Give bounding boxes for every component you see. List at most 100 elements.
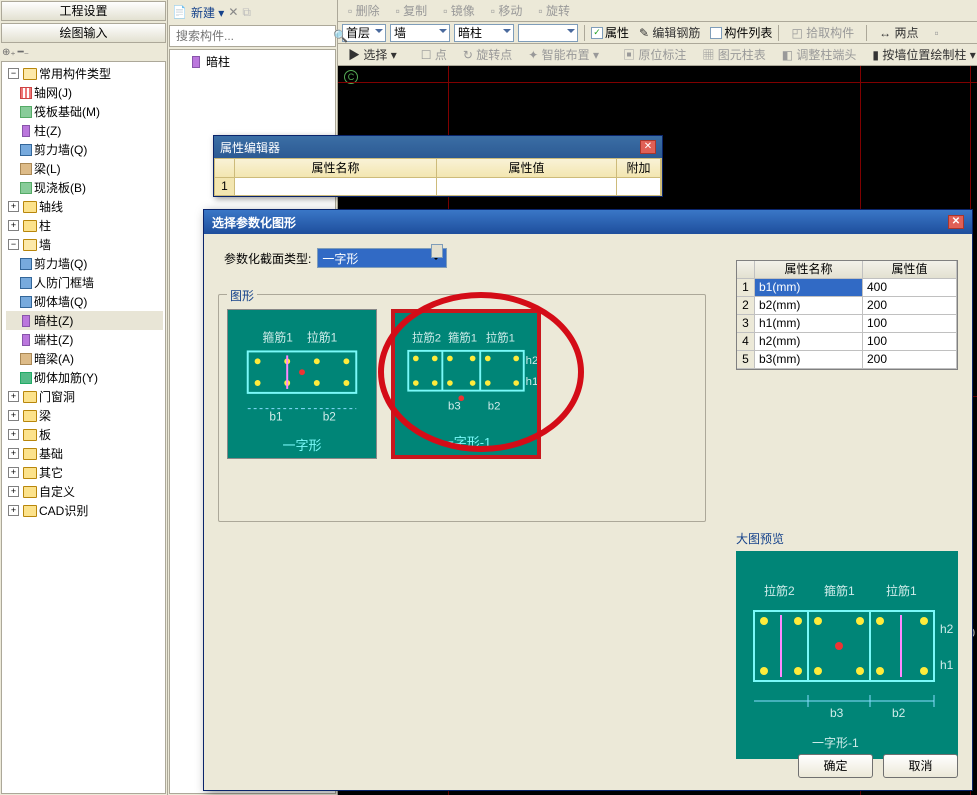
delete-icon[interactable]: ✕ <box>228 5 238 19</box>
new-button[interactable]: 新建 ▾ <box>191 4 224 21</box>
btn-dim-2: ▫ 复制 <box>390 0 434 21</box>
tree-group[interactable]: CAD识别 <box>39 502 88 519</box>
component-list-item[interactable]: 暗柱 <box>170 50 335 73</box>
svg-text:一字形-1: 一字形-1 <box>812 735 859 750</box>
tree-group[interactable]: 墙 <box>39 236 51 253</box>
table-row[interactable]: 1b1(mm)400 <box>737 279 957 297</box>
twisty-icon[interactable]: + <box>8 220 19 231</box>
twisty-icon[interactable]: − <box>8 239 19 250</box>
dialog-titlebar[interactable]: 选择参数化图形 ✕ <box>204 210 972 234</box>
col-extra[interactable]: 附加 <box>617 159 661 177</box>
tree-group[interactable]: 轴线 <box>39 198 63 215</box>
folder-icon <box>23 68 37 80</box>
mini-collapse-icon[interactable]: ━₋ <box>18 47 29 58</box>
tree-group[interactable]: 柱 <box>39 217 51 234</box>
tree-item[interactable]: 筏板基础(M) <box>34 103 100 120</box>
tree-item[interactable]: 现浇板(B) <box>34 179 86 196</box>
check-attr[interactable]: ✓属性 <box>591 24 629 41</box>
window-title: 属性编辑器 <box>220 139 280 156</box>
check-complist[interactable]: 构件列表 <box>710 24 772 41</box>
twisty-icon[interactable]: − <box>8 68 19 79</box>
tree-group[interactable]: 板 <box>39 426 51 443</box>
col-value[interactable]: 属性值 <box>437 159 617 177</box>
tree-item-selected[interactable]: 暗柱(Z) <box>34 312 73 329</box>
type-dropdown[interactable]: 一字形 <box>317 248 447 268</box>
btn-dim-3: ▫ 镜像 <box>437 0 481 21</box>
btn-edit-rebar[interactable]: ✎ 编辑钢筋 <box>633 22 706 43</box>
dialog-prop-table[interactable]: 属性名称属性值 1b1(mm)400 2b2(mm)200 3h1(mm)100… <box>736 260 958 370</box>
ok-button[interactable]: 确定 <box>798 754 873 778</box>
shape-option-1[interactable]: 箍筋1 拉筋1 b1 b2 一字形 <box>227 309 377 459</box>
svg-text:拉筋2: 拉筋2 <box>412 330 441 344</box>
tree-root[interactable]: 常用构件类型 <box>39 65 111 82</box>
tree-item[interactable]: 端柱(Z) <box>34 331 73 348</box>
folder-icon <box>23 505 37 517</box>
mini-expand-icon[interactable]: ⊕₊ <box>2 47 16 58</box>
btn-dim-1: ▫ 删除 <box>342 0 386 21</box>
column-icon <box>22 125 30 137</box>
tree-group[interactable]: 其它 <box>39 464 63 481</box>
table-row[interactable]: 5b3(mm)200 <box>737 351 957 369</box>
search-input[interactable] <box>174 28 333 44</box>
hidden-column-icon <box>192 56 200 68</box>
tree-group[interactable]: 梁 <box>39 407 51 424</box>
btn-by-wall[interactable]: ▮ 按墙位置绘制柱 ▾ <box>866 44 977 65</box>
svg-text:b2: b2 <box>488 401 501 413</box>
col-name[interactable]: 属性名称 <box>235 159 437 177</box>
twisty-icon[interactable]: + <box>8 448 19 459</box>
dialog-title: 选择参数化图形 <box>212 214 296 231</box>
twisty-icon[interactable]: + <box>8 486 19 497</box>
folder-icon <box>23 448 37 460</box>
slab-icon <box>20 182 32 194</box>
component-tree[interactable]: − 常用构件类型 轴网(J) 筏板基础(M) 柱(Z) 剪力墙(Q) 梁(L) 现… <box>2 62 165 522</box>
shapes-group-title: 图形 <box>227 287 257 304</box>
twisty-icon[interactable]: + <box>8 429 19 440</box>
close-icon[interactable]: ✕ <box>948 215 964 229</box>
twisty-icon[interactable]: + <box>8 467 19 478</box>
table-row[interactable]: 4h2(mm)100 <box>737 333 957 351</box>
btn-adjust: ◧ 调整柱端头 <box>776 44 863 65</box>
cancel-button[interactable]: 取消 <box>883 754 958 778</box>
tree-item[interactable]: 暗梁(A) <box>34 350 74 367</box>
table-row[interactable]: 2b2(mm)200 <box>737 297 957 315</box>
preview-canvas: 拉筋2 箍筋1 拉筋1 h2 h1 b2 b3 一字形-1 <box>736 551 958 759</box>
folder-icon <box>23 220 37 232</box>
tree-item[interactable]: 梁(L) <box>34 160 61 177</box>
shape-option-2-selected[interactable]: 拉筋2 箍筋1 拉筋1 h2 h1 b2 b3 一字形-1 <box>391 309 541 459</box>
panel-header-draw[interactable]: 绘图输入 <box>1 23 166 43</box>
search-field[interactable]: 🔍 <box>169 25 336 47</box>
tree-group[interactable]: 自定义 <box>39 483 75 500</box>
close-icon[interactable]: ✕ <box>640 140 656 154</box>
tree-item[interactable]: 砌体墙(Q) <box>34 293 87 310</box>
tree-item[interactable]: 砌体加筋(Y) <box>34 369 98 386</box>
twisty-icon[interactable]: + <box>8 410 19 421</box>
tree-item[interactable]: 人防门框墙 <box>34 274 94 291</box>
tree-group[interactable]: 基础 <box>39 445 63 462</box>
btn-select[interactable]: ▶ 选择 ▾ <box>342 44 403 65</box>
tree-item[interactable]: 剪力墙(Q) <box>34 141 87 158</box>
wall-icon <box>20 277 32 289</box>
combo-floor[interactable]: 首层 <box>342 24 386 42</box>
folder-icon <box>23 201 37 213</box>
panel-header-project[interactable]: 工程设置 <box>1 1 166 21</box>
tree-item[interactable]: 剪力墙(Q) <box>34 255 87 272</box>
twisty-icon[interactable]: + <box>8 201 19 212</box>
table-row[interactable]: 3h1(mm)100 <box>737 315 957 333</box>
combo-category[interactable]: 墙 <box>390 24 450 42</box>
combo-empty[interactable] <box>518 24 578 42</box>
twisty-icon[interactable]: + <box>8 391 19 402</box>
tree-group[interactable]: 门窗洞 <box>39 388 75 405</box>
tree-item[interactable]: 轴网(J) <box>34 84 72 101</box>
copy-icon: ⧉ <box>242 5 251 20</box>
btn-two-points[interactable]: ↔ 两点 <box>873 22 924 43</box>
shape-label: 一字形-1 <box>395 432 537 451</box>
parametric-shape-dialog: 选择参数化图形 ✕ 参数化截面类型: 一字形 图形 箍筋1 拉 <box>203 209 973 791</box>
preview-groupbox: 大图预览 拉筋2 箍筋1 拉筋1 h2 <box>736 530 958 756</box>
hidden-beam-icon <box>20 353 32 365</box>
tree-item[interactable]: 柱(Z) <box>34 122 61 139</box>
twisty-icon[interactable]: + <box>8 505 19 516</box>
combo-type[interactable]: 暗柱 <box>454 24 514 42</box>
search-icon[interactable]: 🔍 <box>333 29 348 43</box>
property-editor-titlebar[interactable]: 属性编辑器 ✕ <box>214 136 662 158</box>
prop-row[interactable]: 1 <box>214 178 662 196</box>
